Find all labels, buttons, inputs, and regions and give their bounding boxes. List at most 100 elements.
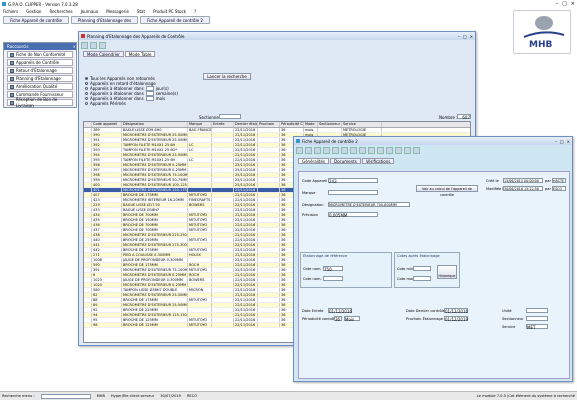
row-checkbox[interactable] (84, 243, 92, 247)
row-checkbox[interactable] (84, 168, 92, 172)
row-checkbox[interactable] (84, 308, 92, 312)
row-checkbox[interactable] (84, 153, 92, 157)
column-header[interactable]: Prochain (258, 122, 280, 127)
row-checkbox[interactable] (84, 278, 92, 282)
row-checkbox[interactable] (84, 183, 92, 187)
column-header[interactable]: Désignation (122, 122, 188, 127)
link-calc-button[interactable]: Voir au calcul de l'appareil de contrôle (416, 185, 478, 197)
row-checkbox[interactable] (84, 203, 92, 207)
last-icon[interactable] (341, 147, 348, 154)
historique-button[interactable]: Historique (437, 265, 457, 279)
row-checkbox[interactable] (84, 263, 92, 267)
row-checkbox[interactable] (84, 213, 92, 217)
row-checkbox[interactable] (84, 128, 92, 132)
code-field[interactable]: 243 (328, 178, 378, 184)
row-checkbox[interactable] (84, 268, 92, 272)
column-header[interactable]: Service (342, 122, 382, 127)
refresh-icon[interactable] (90, 42, 97, 49)
row-checkbox[interactable] (84, 138, 92, 142)
menu-stat[interactable]: Stat (137, 9, 145, 14)
cote-maxi-field[interactable] (413, 276, 431, 281)
search-icon[interactable] (350, 147, 357, 154)
row-checkbox[interactable] (84, 318, 92, 322)
marque-field[interactable] (328, 190, 378, 195)
row-checkbox[interactable] (84, 148, 92, 152)
close-icon[interactable]: × (73, 43, 76, 50)
next-icon[interactable] (332, 147, 339, 154)
tab-mode-calendrier[interactable]: Mode Calendrier (83, 51, 124, 57)
minimize-button[interactable]: – (556, 1, 559, 7)
row-checkbox[interactable] (84, 188, 92, 192)
row-checkbox[interactable] (84, 158, 92, 162)
shortcut-appareils[interactable]: Appareils de Contrôle (7, 59, 73, 66)
shortcut-fnc[interactable]: Fiche de Non Conformité (7, 51, 73, 58)
row-checkbox[interactable] (84, 198, 92, 202)
new-icon[interactable] (296, 147, 303, 154)
radio-perimes[interactable]: Appareils Périmés (85, 101, 195, 106)
shortcut-planning[interactable]: Planning d'Etalonnage (7, 75, 73, 82)
tab-generalites[interactable]: Généralités (298, 158, 329, 164)
menu-search-input[interactable] (40, 393, 91, 399)
date-entree-field[interactable]: 01/12/2016 (328, 308, 352, 314)
service-field[interactable]: MET (526, 324, 548, 330)
menu-help[interactable]: ? (194, 9, 196, 14)
menu-gestion[interactable]: Gestion (26, 9, 41, 14)
row-checkbox[interactable] (84, 323, 92, 327)
maximize-icon[interactable]: □ (463, 34, 467, 39)
print-icon[interactable] (368, 147, 375, 154)
minimize-icon[interactable]: – (458, 34, 460, 39)
row-checkbox[interactable] (84, 253, 92, 257)
row-checkbox[interactable] (84, 193, 92, 197)
tab-planning[interactable]: Planning d'Etalonnage des (70, 16, 139, 24)
row-checkbox[interactable] (84, 303, 92, 307)
menu-recherches[interactable]: Recherches (49, 9, 72, 14)
tab-documents[interactable]: Documents (330, 158, 361, 164)
launch-search-button[interactable]: Lancer la recherche (203, 73, 251, 80)
close-icon[interactable]: × (567, 139, 570, 144)
row-checkbox[interactable] (84, 143, 92, 147)
column-header[interactable]: Périodicité Contrôle (280, 122, 304, 127)
prev-icon[interactable] (323, 147, 330, 154)
column-header[interactable]: Sectionneur (318, 122, 342, 127)
row-checkbox[interactable] (84, 248, 92, 252)
column-header[interactable]: Code appareil (92, 122, 122, 127)
close-icon[interactable]: × (470, 34, 473, 39)
shortcut-retour[interactable]: Retour d'Etalonnage (7, 67, 73, 74)
tab-mode-table[interactable]: Mode Table (124, 51, 156, 57)
row-checkbox[interactable] (84, 258, 92, 262)
first-icon[interactable] (314, 147, 321, 154)
menu-journaux[interactable]: Journaux (81, 9, 99, 14)
menu-fichiers[interactable]: Fichiers (3, 9, 18, 14)
sectionneur-field[interactable] (526, 316, 548, 321)
column-header[interactable]: Dernier étalonnage (234, 122, 258, 127)
precision-field[interactable]: 0,005MM (328, 212, 378, 218)
periodicite-field[interactable]: 36 (334, 316, 342, 322)
link-icon[interactable] (386, 147, 393, 154)
ref-cote2-field[interactable] (323, 276, 343, 281)
prochain-field[interactable]: 01/12/2019 (444, 316, 468, 322)
unite-field[interactable] (526, 308, 548, 313)
row-checkbox[interactable] (84, 283, 92, 287)
row-checkbox[interactable] (84, 293, 92, 297)
row-checkbox[interactable] (84, 313, 92, 317)
column-header[interactable]: Mode (304, 122, 318, 127)
help-icon[interactable] (404, 147, 411, 154)
row-checkbox[interactable] (84, 288, 92, 292)
periodicite-unit-select[interactable]: Mois (344, 316, 360, 322)
row-checkbox[interactable] (84, 208, 92, 212)
exit-icon[interactable] (413, 147, 420, 154)
tab-fiche-appareil-2[interactable]: Fiche Appareil de contrôle 2 (140, 16, 210, 24)
row-checkbox[interactable] (84, 298, 92, 302)
row-checkbox[interactable] (84, 178, 92, 182)
delete-icon[interactable] (359, 147, 366, 154)
menu-produit[interactable]: Produit PC Stock (153, 9, 186, 14)
copy-icon[interactable] (377, 147, 384, 154)
row-checkbox[interactable] (84, 173, 92, 177)
row-checkbox[interactable] (84, 163, 92, 167)
row-checkbox[interactable] (84, 218, 92, 222)
column-header[interactable]: Entrée (212, 122, 234, 127)
minimize-icon[interactable]: – (555, 139, 557, 144)
row-checkbox[interactable] (84, 238, 92, 242)
print-icon[interactable] (81, 42, 88, 49)
maximize-icon[interactable]: □ (560, 139, 564, 144)
